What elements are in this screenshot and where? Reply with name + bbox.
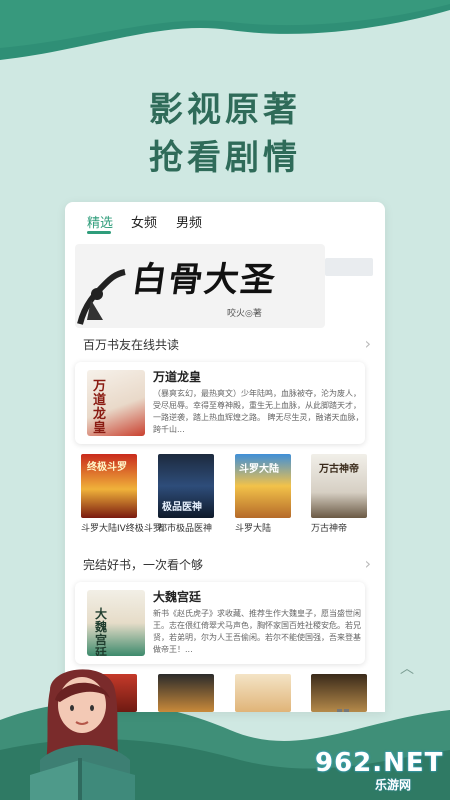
book-cover[interactable] (235, 674, 291, 712)
book-cover: 斗罗大陆 (235, 454, 291, 518)
book-cover: 终极斗罗 (81, 454, 137, 518)
book-cover: 极品医神 (158, 454, 214, 518)
cover-text: 斗罗大陆 (239, 464, 279, 475)
section-title: 完结好书，一次看个够 (83, 558, 204, 572)
cover-text: 大魏宫廷 (95, 607, 108, 657)
cover-text: 极品医神 (162, 502, 202, 513)
headline-line-1: 影视原著 (149, 90, 301, 130)
category-tabs: 精选 女频 男频 (65, 202, 385, 238)
cover-text: 万道龙皇 (93, 379, 107, 436)
book-item[interactable]: 万古神帝 万古神帝 (311, 454, 373, 534)
category-grid-icon[interactable] (337, 709, 349, 712)
watermark: 962.NET 乐游网 (315, 748, 443, 792)
ink-figure-illustration (77, 269, 126, 325)
chevron-up-icon: ︿ (400, 661, 414, 677)
watermark-subtitle: 乐游网 (375, 778, 412, 792)
tab-female[interactable]: 女频 (131, 212, 157, 231)
book-title: 斗罗大陆 (235, 524, 272, 534)
featured-book-card[interactable]: 大魏宫廷 大魏宫廷 新书《赵氏虎子》求收藏、推荐生作大魏皇子，愿当盛世闲王。志在… (75, 582, 365, 664)
reading-girl-illustration (30, 669, 135, 800)
book-cover: 万古神帝 (311, 454, 367, 518)
cover-text: 终极斗罗 (87, 462, 127, 473)
chevron-right-icon: › (364, 554, 371, 573)
section-header-completed[interactable]: 完结好书，一次看个够 › (65, 554, 385, 578)
watermark-logo: 962.NET (315, 748, 444, 778)
book-description: 新书《赵氏虎子》求收藏、推荐生作大魏皇子，愿当盛世闲王。志在偎红倚翠犬马声色，胸… (153, 609, 361, 654)
book-title: 大魏宫廷 (153, 590, 202, 604)
book-cover: 万道龙皇 (87, 370, 145, 436)
book-item[interactable]: 斗罗大陆 斗罗大陆 (235, 454, 297, 534)
section-title: 百万书友在线共读 (83, 338, 180, 352)
tab-featured[interactable]: 精选 (87, 212, 113, 231)
banner-author: 咬火◎著 (227, 309, 262, 319)
book-title: 都市极品医神 (158, 524, 213, 534)
book-item[interactable]: 终极斗罗 斗罗大陆IV终极斗罗 (81, 454, 162, 534)
headline-line-2: 抢看剧情 (149, 138, 301, 178)
book-cover[interactable] (158, 674, 214, 712)
section-header-popular[interactable]: 百万书友在线共读 › (65, 334, 385, 358)
top-wave-decoration (0, 0, 450, 60)
book-title: 万古神帝 (311, 524, 348, 534)
active-tab-indicator (87, 231, 111, 234)
book-item[interactable]: 极品医神 都市极品医神 (158, 454, 220, 534)
featured-book-card[interactable]: 万道龙皇 万道龙皇 （暴爽玄幻，最热爽文）少年陆鸣，血脉被夺，沦为废人，受尽屈辱… (75, 362, 365, 444)
banner-next-peek[interactable] (325, 258, 373, 276)
banner-title: 白骨大圣 (129, 260, 280, 300)
book-cover[interactable] (311, 674, 367, 712)
cover-text: 万古神帝 (319, 464, 359, 475)
book-title: 万道龙皇 (153, 370, 202, 384)
book-description: （暴爽玄幻，最热爽文）少年陆鸣，血脉被夺，沦为废人，受尽屈辱。幸得至尊神殿，重生… (153, 389, 364, 434)
tab-male[interactable]: 男频 (176, 212, 202, 231)
book-cover: 大魏宫廷 (87, 590, 145, 656)
chevron-right-icon: › (364, 334, 371, 353)
book-title: 斗罗大陆IV终极斗罗 (81, 524, 162, 534)
app-screen: 精选 女频 男频 白骨大圣 咬火◎著 百万书友在线共读 › 万道龙皇 万道龙皇 … (65, 202, 385, 712)
promo-banner[interactable]: 白骨大圣 咬火◎著 (75, 244, 325, 328)
